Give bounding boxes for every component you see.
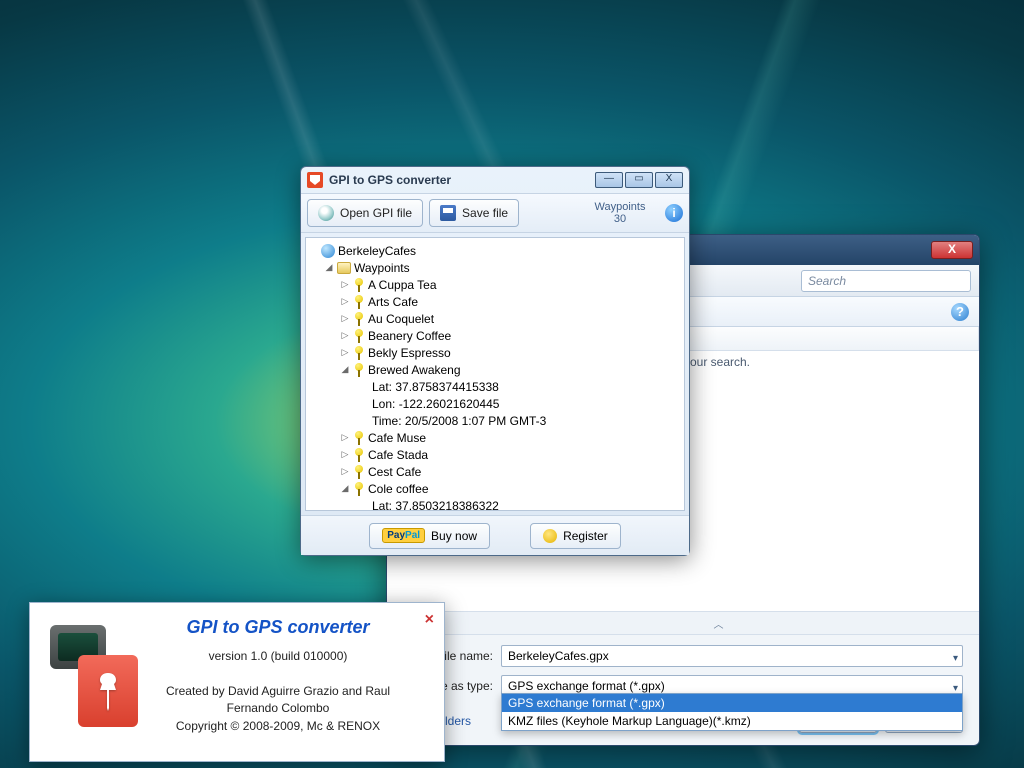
paypal-icon: PayPal <box>382 528 425 543</box>
save-file-button[interactable]: Save file <box>429 199 519 227</box>
help-icon[interactable]: ? <box>951 303 969 321</box>
chevron-down-icon[interactable]: ▾ <box>953 649 958 669</box>
tree-detail: Lat: 37.8758374415338 <box>308 378 682 395</box>
tree-detail: Lat: 37.8503218386322 <box>308 497 682 511</box>
expand-toggle[interactable]: ▷ <box>340 466 350 477</box>
register-button[interactable]: Register <box>530 523 621 549</box>
close-button[interactable]: X <box>655 172 683 188</box>
pin-icon <box>353 448 365 462</box>
info-icon[interactable]: i <box>665 204 683 222</box>
chevron-up-icon: ︿ <box>714 616 724 631</box>
waypoints-tree[interactable]: BerkeleyCafes◢Waypoints▷A Cuppa Tea▷Arts… <box>305 237 685 511</box>
globe-icon <box>321 244 335 258</box>
expand-toggle[interactable]: ▷ <box>340 432 350 443</box>
pin-icon <box>353 346 365 360</box>
close-button[interactable]: X <box>931 241 973 259</box>
expand-toggle[interactable]: ◢ <box>340 483 350 494</box>
expand-toggle[interactable]: ▷ <box>340 449 350 460</box>
expand-toggle[interactable]: ▷ <box>340 347 350 358</box>
expand-toggle[interactable]: ◢ <box>324 262 334 273</box>
expand-toggle[interactable]: ▷ <box>340 279 350 290</box>
savetype-dropdown[interactable]: GPS exchange format (*.gpx) KMZ files (K… <box>501 693 963 731</box>
minimize-button[interactable]: — <box>595 172 623 188</box>
pin-icon <box>353 329 365 343</box>
buy-now-button[interactable]: PayPal Buy now <box>369 523 490 549</box>
expand-toggle[interactable]: ▷ <box>340 330 350 341</box>
pin-icon <box>353 482 365 496</box>
folder-icon <box>337 262 351 274</box>
search-input[interactable]: Search <box>801 270 971 292</box>
tree-waypoint[interactable]: ▷Cest Cafe <box>308 463 682 480</box>
filename-input[interactable]: BerkeleyCafes.gpx ▾ <box>501 645 963 667</box>
tree-waypoint[interactable]: ▷Bekly Espresso <box>308 344 682 361</box>
expand-toggle[interactable]: ▷ <box>340 313 350 324</box>
pin-icon <box>353 278 365 292</box>
about-body: version 1.0 (build 010000) Created by Da… <box>130 648 426 735</box>
waypoints-counter: Waypoints 30 <box>585 201 655 225</box>
tree-root[interactable]: BerkeleyCafes <box>308 242 682 259</box>
converter-window: GPI to GPS converter — ▭ X Open GPI file… <box>300 166 690 556</box>
pin-icon <box>353 295 365 309</box>
close-icon[interactable]: × <box>425 611 434 629</box>
tree-folder[interactable]: ◢Waypoints <box>308 259 682 276</box>
tree-waypoint[interactable]: ▷Beanery Coffee <box>308 327 682 344</box>
tree-detail: Lon: -122.26021620445 <box>308 395 682 412</box>
toolbar: Open GPI file Save file Waypoints 30 i <box>301 193 689 233</box>
footer: PayPal Buy now Register <box>301 515 689 555</box>
pin-icon <box>353 465 365 479</box>
about-title: GPI to GPS converter <box>130 617 426 638</box>
tree-waypoint[interactable]: ▷Cafe Muse <box>308 429 682 446</box>
titlebar[interactable]: GPI to GPS converter — ▭ X <box>301 167 689 193</box>
register-icon <box>543 529 557 543</box>
pushpin-icon <box>78 655 138 727</box>
tree-detail: Time: 20/5/2008 1:07 PM GMT-3 <box>308 412 682 429</box>
tree-waypoint[interactable]: ◢Cole coffee <box>308 480 682 497</box>
open-icon <box>318 205 334 221</box>
tree-waypoint[interactable]: ▷Arts Cafe <box>308 293 682 310</box>
tree-waypoint[interactable]: ▷A Cuppa Tea <box>308 276 682 293</box>
savetype-option[interactable]: KMZ files (Keyhole Markup Language)(*.km… <box>502 712 962 730</box>
pin-icon <box>353 363 365 377</box>
app-icon <box>307 172 323 188</box>
savetype-option[interactable]: GPS exchange format (*.gpx) <box>502 694 962 712</box>
window-title: GPI to GPS converter <box>329 173 595 187</box>
maximize-button[interactable]: ▭ <box>625 172 653 188</box>
open-gpi-button[interactable]: Open GPI file <box>307 199 423 227</box>
pin-icon <box>353 312 365 326</box>
expand-toggle[interactable]: ▷ <box>340 296 350 307</box>
about-dialog: × GPI to GPS converter version 1.0 (buil… <box>29 602 445 762</box>
tree-waypoint[interactable]: ▷Au Coquelet <box>308 310 682 327</box>
save-icon <box>440 205 456 221</box>
folders-toggle[interactable]: Folders ︿ <box>387 611 979 635</box>
save-fields: File name: BerkeleyCafes.gpx ▾ Save as t… <box>387 635 979 701</box>
tree-waypoint[interactable]: ◢Brewed Awakeng <box>308 361 682 378</box>
pin-icon <box>353 431 365 445</box>
tree-waypoint[interactable]: ▷Cafe Stada <box>308 446 682 463</box>
expand-toggle[interactable]: ◢ <box>340 364 350 375</box>
